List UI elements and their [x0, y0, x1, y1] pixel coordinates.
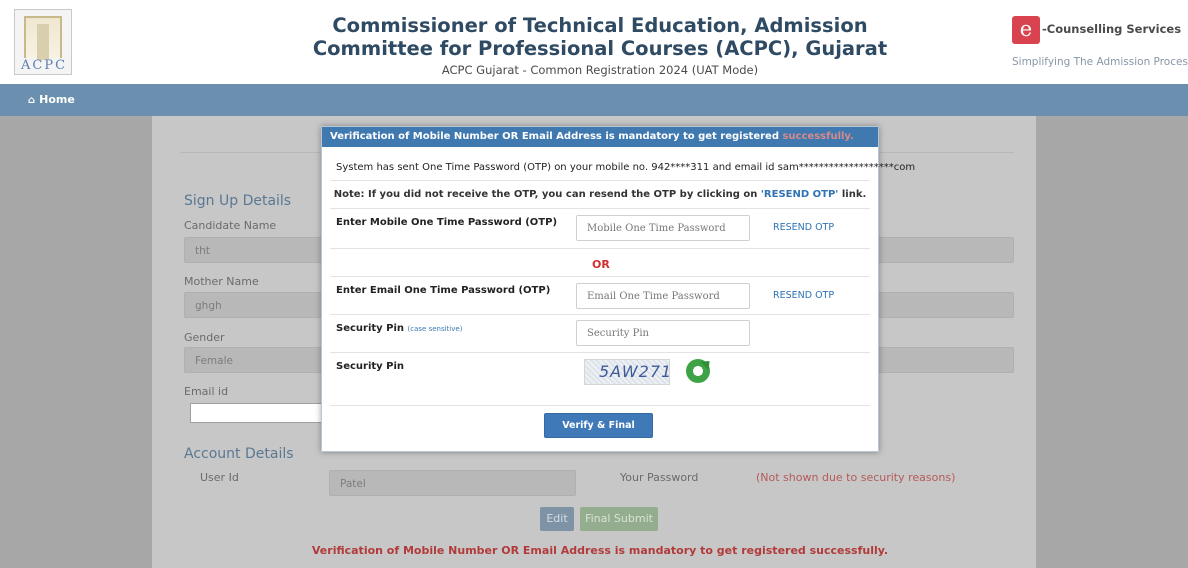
modal-header-main: Verification of Mobile Number OR Email A…	[330, 131, 783, 142]
captcha-label: Security Pin	[336, 361, 405, 372]
mother-name-label: Mother Name	[184, 275, 259, 288]
case-sensitive-note: (case sensitive)	[407, 325, 463, 333]
account-section-title: Account Details	[184, 446, 294, 462]
home-icon: ⌂	[28, 95, 36, 106]
email-otp-label: Enter Email One Time Password (OTP)	[336, 285, 551, 296]
resend-note-link: 'RESEND OTP'	[760, 189, 839, 200]
password-label: Your Password	[620, 471, 699, 484]
otp-verification-modal: Verification of Mobile Number OR Email A…	[321, 126, 915, 454]
logo-text: ACPC	[20, 58, 68, 73]
logo-arch-icon	[24, 16, 62, 60]
refresh-captcha-icon[interactable]	[686, 359, 710, 383]
bottom-warning: Verification of Mobile Number OR Email A…	[311, 544, 889, 557]
modal-divider	[330, 352, 870, 353]
final-submit-button[interactable]: Final Submit	[580, 507, 658, 531]
captcha-text: 5AW271	[599, 362, 673, 381]
e-counselling-tagline: Simplifying The Admission Process	[1012, 56, 1188, 68]
mobile-otp-label: Enter Mobile One Time Password (OTP)	[336, 217, 558, 228]
email-input[interactable]	[190, 403, 324, 423]
page-subtitle: ACPC Gujarat - Common Registration 2024 …	[441, 63, 759, 77]
modal-header-faded: successfully.	[782, 131, 854, 142]
security-pin-label-text: Security Pin	[336, 323, 405, 334]
verify-final-submit-button[interactable]: Verify & Final Submit	[544, 413, 653, 454]
password-note: (Not shown due to security reasons)	[756, 471, 956, 484]
e-counselling-title: -Counselling Services	[1042, 22, 1182, 36]
page-title-line2: Committee for Professional Courses (ACPC…	[312, 37, 888, 60]
modal-divider	[330, 208, 870, 209]
user-id-field[interactable]: Patel	[329, 470, 576, 496]
nav-home-label: Home	[39, 93, 75, 106]
candidate-name-value: tht	[195, 245, 210, 257]
resend-note-prefix: Note: If you did not receive the OTP, yo…	[333, 189, 761, 200]
modal-header: Verification of Mobile Number OR Email A…	[322, 127, 878, 147]
signup-section-title: Sign Up Details	[184, 193, 292, 209]
gender-value: Female	[195, 355, 233, 367]
user-id-value: Patel	[340, 478, 366, 490]
email-otp-input[interactable]	[576, 283, 750, 309]
resend-note-suffix: link.	[838, 189, 867, 200]
resend-note: Note: If you did not receive the OTP, yo…	[322, 189, 878, 200]
email-label: Email id	[184, 385, 229, 398]
e-logo-icon: e	[1012, 16, 1040, 44]
otp-sent-message: System has sent One Time Password (OTP) …	[336, 162, 916, 173]
edit-button[interactable]: Edit	[540, 507, 574, 531]
acpc-logo: ACPC	[14, 9, 72, 75]
mobile-resend-otp-link[interactable]: RESEND OTP	[773, 222, 834, 233]
modal-divider	[330, 314, 870, 315]
page-title-line1: Commissioner of Technical Education, Adm…	[332, 14, 868, 37]
mother-name-value: ghgh	[195, 300, 222, 312]
modal-header-text: Verification of Mobile Number OR Email A…	[330, 131, 854, 142]
page-title-block: Commissioner of Technical Education, Adm…	[300, 14, 900, 77]
email-resend-otp-link[interactable]: RESEND OTP	[773, 290, 834, 301]
user-id-label: User Id	[200, 471, 239, 484]
top-navbar: ⌂ Home	[0, 84, 1188, 116]
modal-divider	[330, 248, 870, 249]
modal-divider	[330, 276, 870, 277]
nav-home-link[interactable]: ⌂ Home	[28, 93, 75, 106]
modal-divider	[330, 405, 870, 406]
or-separator: OR	[592, 258, 610, 271]
security-pin-label: Security Pin (case sensitive)	[336, 323, 462, 334]
site-header: ACPC Commissioner of Technical Education…	[0, 0, 1188, 84]
captcha-image: 5AW271	[584, 359, 673, 385]
modal-divider	[330, 180, 870, 181]
mobile-otp-input[interactable]	[576, 215, 750, 241]
gender-label: Gender	[184, 331, 225, 344]
candidate-name-label: Candidate Name	[184, 219, 277, 232]
security-pin-input[interactable]	[576, 320, 750, 346]
